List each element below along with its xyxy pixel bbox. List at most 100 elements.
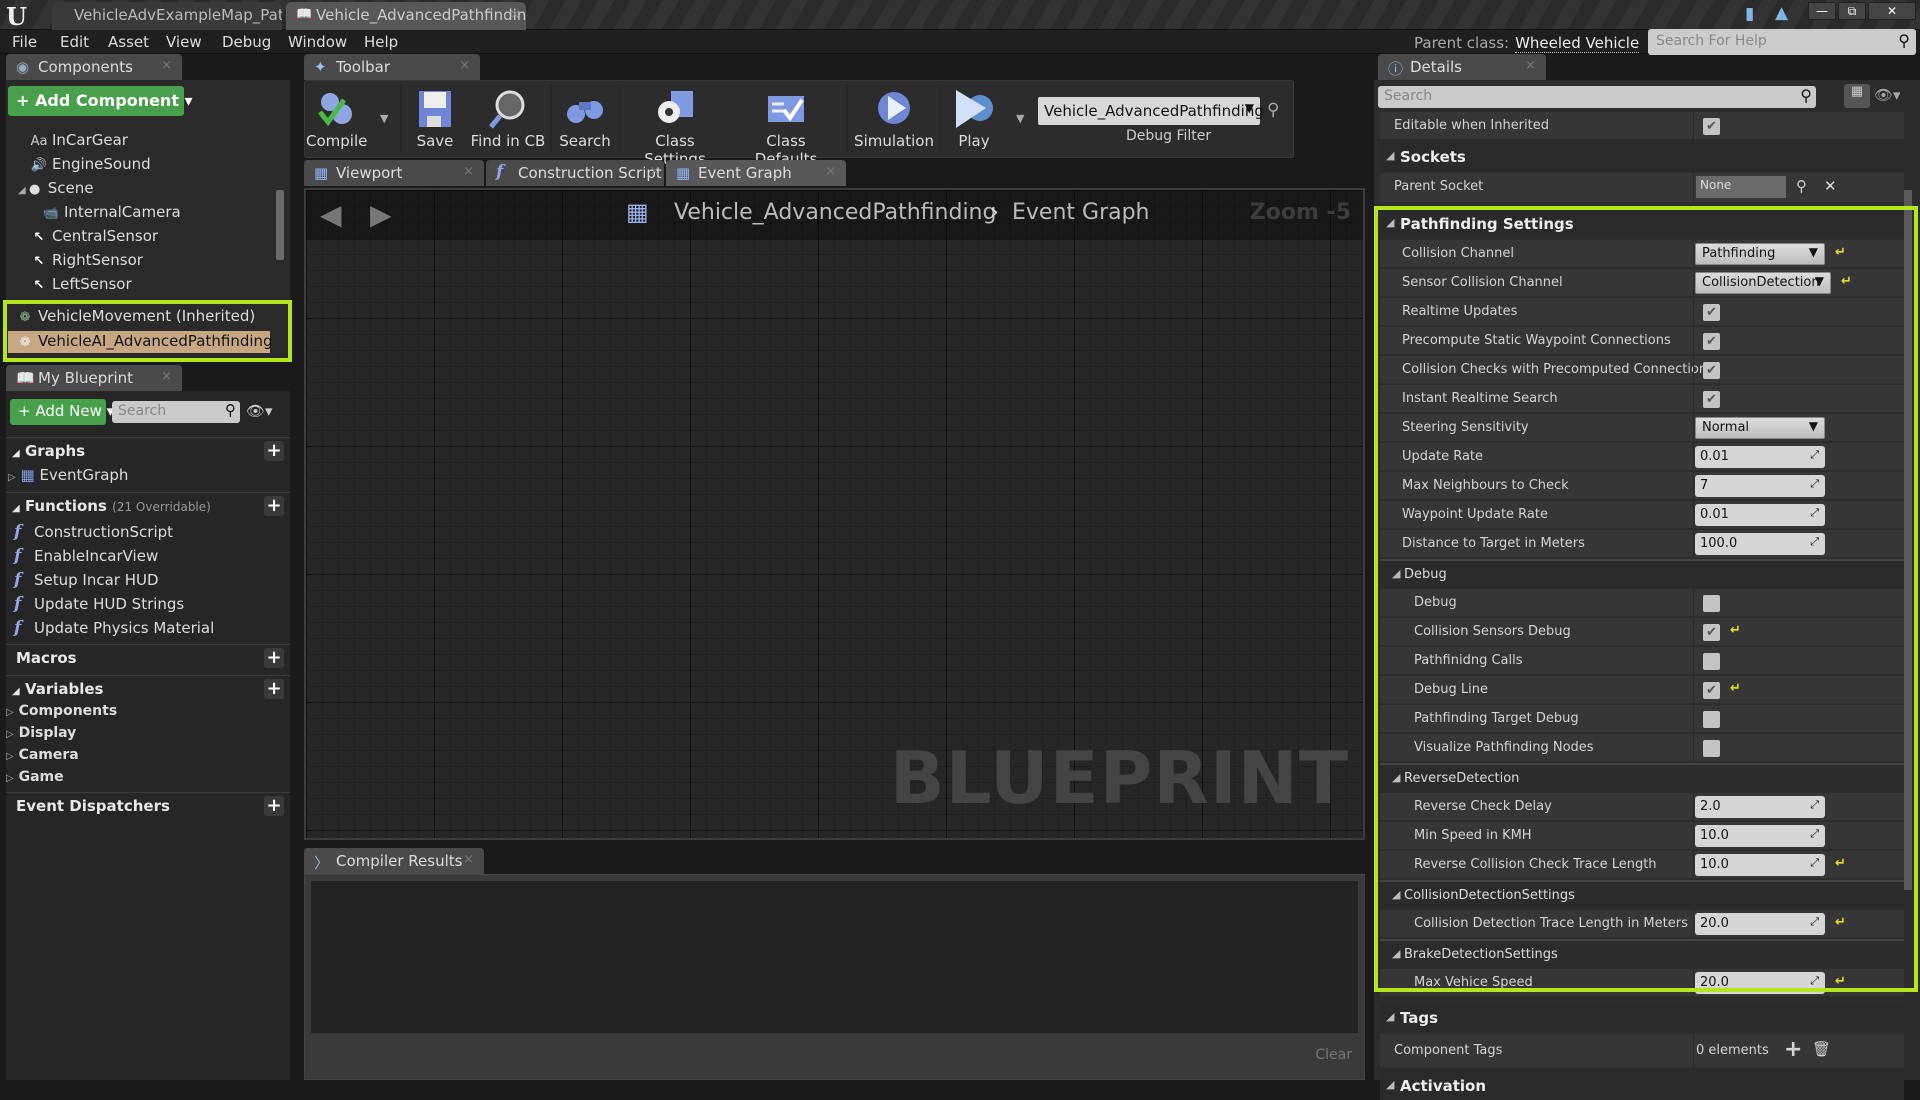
event-graph-canvas[interactable]: ◀ ▶ ▦ Vehicle_AdvancedPathfinding › Even… — [304, 188, 1365, 840]
tab-construction-script[interactable]: f Construction Script × — [486, 160, 664, 186]
details-search-input[interactable]: Search ⚲ — [1378, 86, 1816, 108]
play-icon — [956, 90, 993, 128]
view-options-eye-icon[interactable]: 👁▾ — [1874, 86, 1901, 104]
component-item[interactable]: Aa InCarGear — [30, 131, 128, 149]
tab-components[interactable]: ◉ Components × — [6, 54, 182, 80]
close-icon[interactable]: × — [463, 852, 474, 867]
variable-category[interactable]: ▷ Components — [6, 703, 117, 719]
add-dispatcher-button[interactable]: + — [264, 796, 284, 816]
tab-details[interactable]: ⓘ Details × — [1378, 54, 1546, 80]
minimize-button[interactable]: — — [1808, 2, 1836, 20]
tab-event-graph[interactable]: ▦ Event Graph × — [666, 160, 846, 186]
parent-socket-field[interactable]: None — [1696, 176, 1786, 198]
variable-category[interactable]: ▷ Display — [6, 725, 76, 741]
breadcrumb-blueprint[interactable]: Vehicle_AdvancedPathfinding — [674, 200, 996, 225]
delete-tags-trash-icon[interactable]: 🗑 — [1812, 1040, 1831, 1058]
menu-asset[interactable]: Asset — [108, 33, 149, 51]
class-settings-button[interactable]: Class Settings — [624, 84, 726, 168]
clear-socket-icon[interactable]: ✕ — [1824, 177, 1837, 195]
tab-compiler-results[interactable]: 〉 Compiler Results × — [304, 848, 484, 874]
search-button[interactable]: Search — [556, 84, 614, 154]
parent-class-link[interactable]: Wheeled Vehicle — [1515, 34, 1640, 53]
component-item[interactable]: ↖ RightSensor — [30, 251, 143, 269]
play-button[interactable]: Play — [944, 84, 1004, 154]
property-matrix-button[interactable]: ▦ — [1844, 84, 1870, 108]
close-window-button[interactable]: ✕ — [1868, 2, 1916, 20]
blueprint-search-input[interactable]: Search ⚲ — [112, 401, 240, 423]
add-component-button[interactable]: + Add Component ▾ — [8, 86, 193, 116]
add-macro-button[interactable]: + — [264, 648, 284, 668]
forward-arrow-icon[interactable]: ▶ — [370, 198, 392, 231]
clear-button[interactable]: Clear — [1315, 1047, 1352, 1063]
menu-window[interactable]: Window — [288, 33, 347, 51]
components-scrollbar[interactable] — [276, 190, 284, 260]
tab-my-blueprint[interactable]: 📖 My Blueprint × — [6, 365, 182, 391]
tab-toolbar[interactable]: ✦ Toolbar × — [304, 54, 480, 80]
view-options-eye-icon[interactable]: 👁▾ — [246, 402, 273, 420]
category-activation[interactable]: ◢ Activation — [1380, 1072, 1904, 1100]
function-item[interactable]: f ConstructionScript — [14, 522, 173, 542]
add-function-button[interactable]: + — [264, 496, 284, 516]
save-button[interactable]: Save — [410, 84, 460, 154]
category-sockets[interactable]: ◢ Sockets — [1380, 143, 1904, 171]
debug-search-icon[interactable]: ⚲ — [1267, 100, 1279, 120]
add-new-button[interactable]: + Add New ▾ — [10, 399, 114, 425]
graph-item-eventgraph[interactable]: ▷ ▦ EventGraph — [8, 466, 128, 484]
help-search-input[interactable]: Search For Help ⚲ — [1648, 29, 1916, 55]
add-variable-button[interactable]: + — [264, 679, 284, 699]
menu-view[interactable]: View — [166, 33, 202, 51]
doc-tab-map[interactable]: VehicleAdvExampleMap_Path — [52, 2, 282, 30]
compile-options-dropdown[interactable]: ▼ — [380, 112, 388, 125]
close-icon[interactable]: × — [459, 58, 470, 73]
close-icon[interactable]: × — [649, 164, 660, 179]
menu-file[interactable]: File — [12, 33, 37, 51]
macros-section-header[interactable]: Macros + — [6, 644, 290, 670]
close-icon[interactable]: × — [825, 164, 836, 179]
doc-tab-blueprint[interactable]: 📖 Vehicle_AdvancedPathfinding × — [286, 2, 526, 30]
component-item[interactable]: 📹 InternalCamera — [42, 203, 181, 221]
simulation-button[interactable]: Simulation — [852, 84, 936, 154]
function-item[interactable]: f EnableIncarView — [14, 546, 158, 566]
close-icon[interactable]: × — [1525, 58, 1536, 73]
compile-button[interactable]: Compile — [306, 84, 367, 154]
checkbox-editable-when-inherited[interactable]: ✔ — [1703, 118, 1720, 135]
feedback-icon[interactable]: ▮ — [1745, 4, 1754, 24]
find-in-cb-button[interactable]: Find in CB — [470, 84, 546, 154]
debug-object-select[interactable]: Vehicle_AdvancedPathfinding ▼ — [1038, 97, 1264, 125]
expand-arrow-icon[interactable]: ◢ — [18, 185, 26, 196]
event-graph-icon: ▦ — [676, 164, 691, 182]
add-graph-button[interactable]: + — [264, 441, 284, 461]
back-arrow-icon[interactable]: ◀ — [320, 198, 342, 231]
compiler-output-area — [311, 881, 1358, 1033]
component-item[interactable]: 🔊 EngineSound — [30, 155, 151, 173]
tab-viewport[interactable]: ▦ Viewport × — [304, 160, 484, 186]
function-item[interactable]: f Update Physics Material — [14, 618, 214, 638]
function-item[interactable]: f Setup Incar HUD — [14, 570, 159, 590]
function-item[interactable]: f Update HUD Strings — [14, 594, 184, 614]
close-icon[interactable]: × — [161, 58, 172, 73]
component-item-vehicle-movement[interactable]: ❁ VehicleMovement (Inherited) — [16, 307, 256, 325]
variable-category[interactable]: ▷ Game — [6, 769, 64, 785]
close-icon[interactable]: × — [463, 164, 474, 179]
menu-debug[interactable]: Debug — [222, 33, 271, 51]
component-item[interactable]: ↖ LeftSensor — [30, 275, 132, 293]
browse-socket-icon[interactable]: ⚲ — [1796, 177, 1807, 195]
menu-help[interactable]: Help — [364, 33, 398, 51]
menu-edit[interactable]: Edit — [60, 33, 89, 51]
play-options-dropdown[interactable]: ▼ — [1016, 112, 1024, 125]
class-defaults-button[interactable]: Class Defaults — [734, 84, 838, 168]
component-item[interactable]: ↖ CentralSensor — [30, 227, 159, 245]
restore-button[interactable]: ⧉ — [1838, 2, 1866, 20]
graphs-section-header[interactable]: ◢ Graphs + — [6, 437, 290, 463]
component-item-vehicle-ai[interactable]: ❁ VehicleAI_AdvancedPathfinding — [16, 332, 273, 350]
event-dispatchers-section-header[interactable]: Event Dispatchers + — [6, 792, 290, 818]
variable-category[interactable]: ▷ Camera — [6, 747, 79, 763]
functions-section-header[interactable]: ◢ Functions (21 Overridable) + — [6, 492, 290, 518]
tutorial-cap-icon[interactable]: ▲ — [1775, 3, 1788, 23]
variables-section-header[interactable]: ◢ Variables + — [6, 675, 290, 701]
category-tags[interactable]: ◢ Tags — [1380, 1004, 1904, 1032]
add-tag-button[interactable]: + — [1784, 1037, 1802, 1062]
close-tab-icon[interactable]: × — [510, 7, 520, 21]
component-item[interactable]: ◢ ● Scene — [18, 179, 93, 197]
close-icon[interactable]: × — [161, 369, 172, 384]
